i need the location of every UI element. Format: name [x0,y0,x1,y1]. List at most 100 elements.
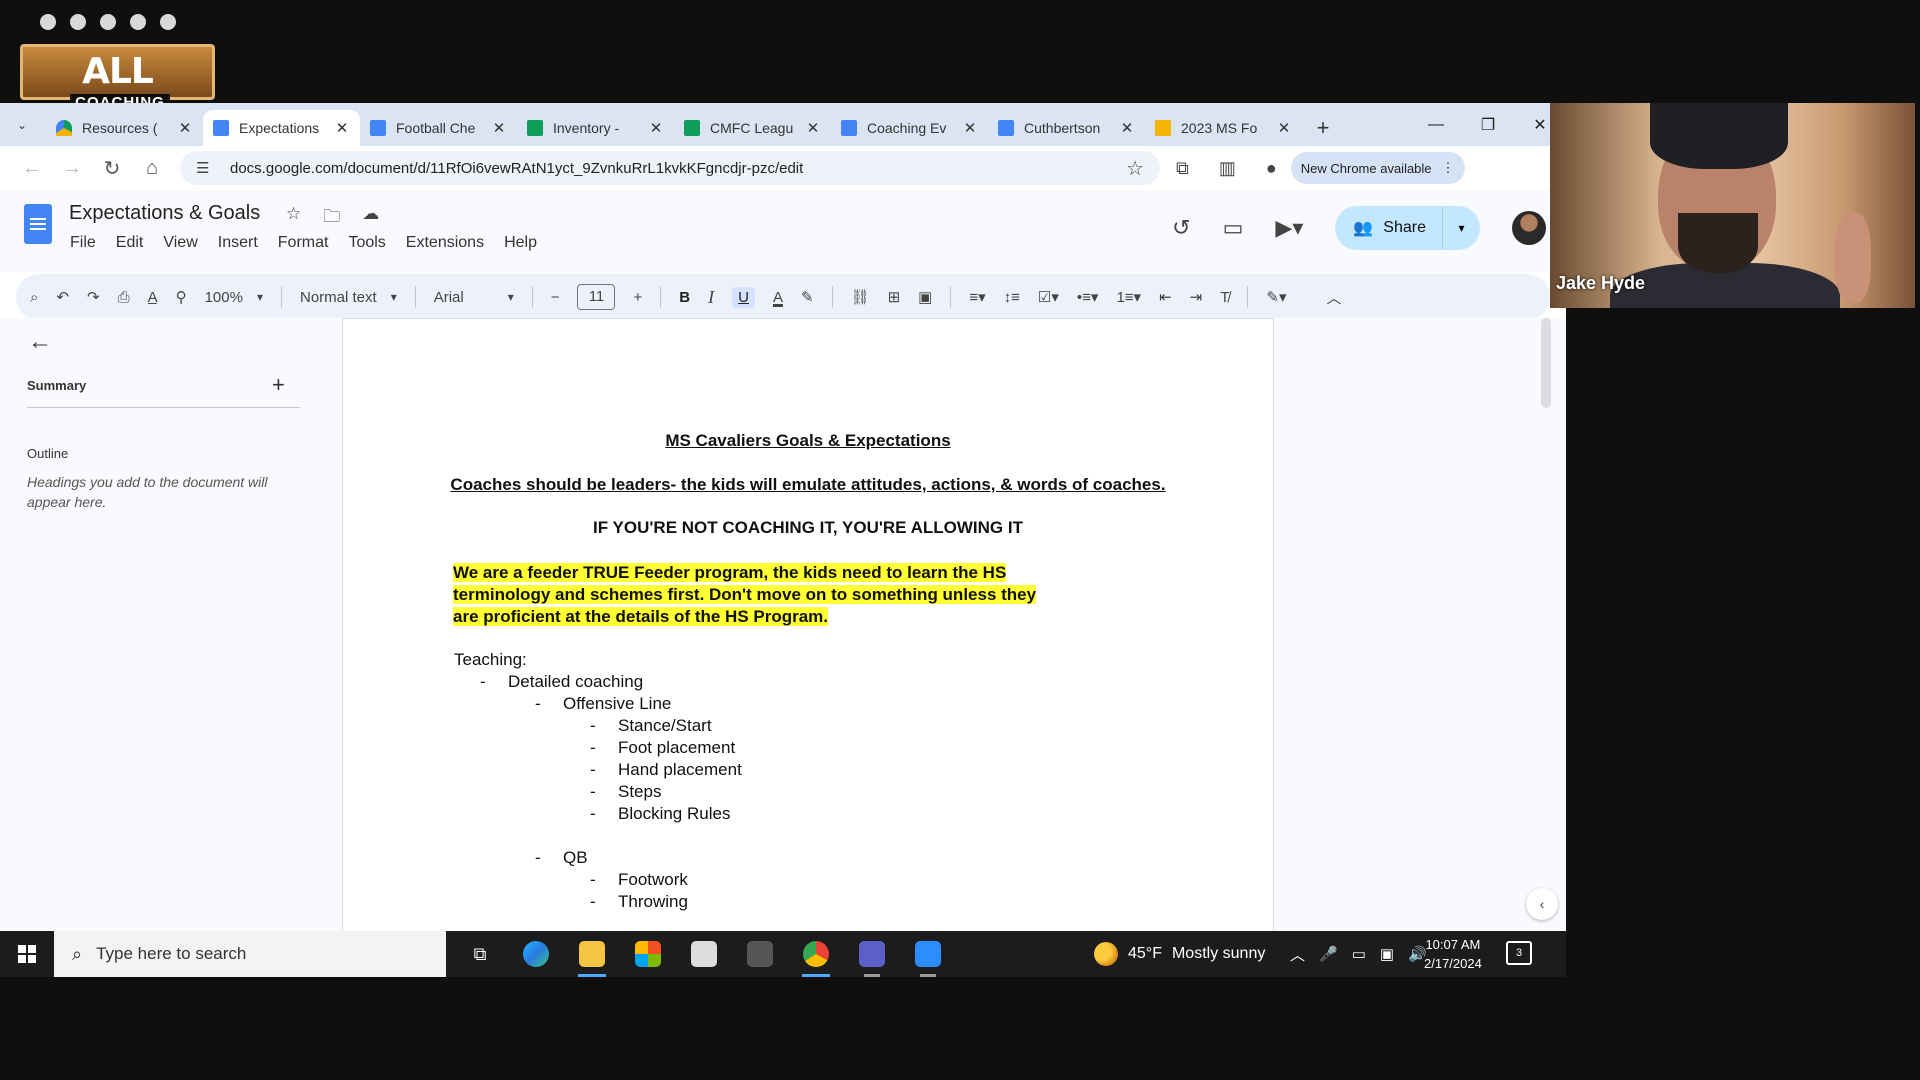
tab-search-dropdown-icon[interactable]: ⌄ [8,110,36,140]
browser-tab[interactable]: Inventory - ✕ [517,110,674,146]
version-history-icon[interactable]: ↺ [1172,215,1190,241]
chrome-menu-icon[interactable]: ⋮ [1442,160,1455,176]
document-line[interactable]: - Detailed coaching [454,671,742,693]
restore-icon[interactable]: ❐ [1462,103,1514,146]
document-line[interactable]: Teaching: [454,649,742,671]
browser-tab[interactable]: Resources (✕ [46,110,203,146]
bulleted-list-icon[interactable]: •≡▾ [1077,288,1099,306]
paint-format-icon[interactable]: ⚲ [176,288,187,306]
edge-icon[interactable] [508,931,564,977]
microphone-icon[interactable]: 🎤 [1319,945,1338,963]
menu-item-format[interactable]: Format [278,234,329,252]
zoom-icon[interactable] [900,931,956,977]
document-line[interactable]: - QB [454,847,742,869]
scrollbar[interactable] [1541,318,1551,408]
store-icon[interactable] [620,931,676,977]
close-outline-icon[interactable]: ← [28,328,52,356]
italic-icon[interactable]: I [708,287,714,308]
new-tab-button[interactable]: + [1308,110,1338,146]
document-line[interactable]: - Foot placement [454,737,742,759]
close-tab-icon[interactable]: ✕ [177,119,193,137]
close-tab-icon[interactable]: ✕ [1276,119,1292,137]
app-m-icon[interactable] [732,931,788,977]
align-icon[interactable]: ≡▾ [969,288,985,306]
profile-icon[interactable]: ● [1266,158,1277,179]
increase-font-icon[interactable]: + [633,289,642,306]
close-tab-icon[interactable]: ✕ [334,119,350,137]
document-heading[interactable]: MS Cavaliers Goals & Expectations [343,431,1273,451]
new-chrome-available-button[interactable]: New Chrome available ⋮ [1290,152,1465,184]
checklist-icon[interactable]: ☑▾ [1038,288,1059,306]
document-line[interactable]: - Stance/Start [454,715,742,737]
caps-paragraph[interactable]: IF YOU'RE NOT COACHING IT, YOU'RE ALLOWI… [343,518,1273,538]
browser-tab[interactable]: Cuthbertson ✕ [988,110,1145,146]
insert-link-icon[interactable]: ⛓ [851,288,870,306]
battery-icon[interactable]: ▭ [1352,945,1366,963]
cloud-status-icon[interactable]: ☁ [362,204,379,233]
lead-paragraph[interactable]: Coaches should be leaders- the kids will… [343,475,1273,495]
browser-tab[interactable]: Expectations ✕ [203,110,360,146]
home-icon[interactable]: ⌂ [132,157,172,180]
style-select[interactable]: Normal text [300,289,397,306]
menu-item-extensions[interactable]: Extensions [406,234,484,252]
menu-item-file[interactable]: File [70,234,96,252]
document-body[interactable]: Teaching: - Detailed coaching - Offensive Li… [454,649,742,913]
document-title[interactable]: Expectations & Goals [69,202,260,225]
highlighted-paragraph[interactable]: We are a feeder TRUE Feeder program, the… [453,562,1043,628]
chrome-icon[interactable] [788,931,844,977]
highlight-color-icon[interactable]: ✎ [801,288,814,306]
menu-item-insert[interactable]: Insert [218,234,258,252]
notifications-icon[interactable]: 3 [1506,941,1532,965]
menu-item-edit[interactable]: Edit [116,234,144,252]
decrease-indent-icon[interactable]: ⇤ [1159,288,1172,306]
print-icon[interactable]: ⎙ [118,289,130,306]
back-icon[interactable]: ← [12,157,52,180]
avatar[interactable] [1512,211,1546,245]
document-line[interactable]: - Footwork [454,869,742,891]
close-tab-icon[interactable]: ✕ [805,119,821,137]
bookmark-star-icon[interactable]: ☆ [1126,156,1144,181]
search-menus-icon[interactable]: ⌕ [30,289,38,306]
forward-icon[interactable]: → [52,157,92,180]
start-button[interactable] [0,931,54,977]
text-color-icon[interactable]: A [773,289,783,306]
redo-icon[interactable]: ↷ [87,288,100,306]
weather-widget[interactable]: 45°F Mostly sunny [1094,931,1265,977]
share-button[interactable]: 👥 Share ▾ [1335,206,1480,250]
file-explorer-icon[interactable] [564,931,620,977]
network-icon[interactable]: ▣ [1380,945,1394,963]
decrease-font-icon[interactable]: − [551,289,560,306]
minimize-icon[interactable]: — [1410,103,1462,146]
site-info-icon[interactable]: ☰ [196,159,216,177]
side-panel-toggle-icon[interactable]: ‹ [1526,888,1558,920]
browser-tab[interactable]: Football Che ✕ [360,110,517,146]
document-line[interactable]: - Steps [454,781,742,803]
move-folder-icon[interactable]: 🗀 [323,204,340,233]
task-view-icon[interactable]: ⧉ [452,931,508,977]
url-bar[interactable]: ☰ docs.google.com/document/d/11RfOi6vewR… [180,151,1160,185]
close-tab-icon[interactable]: ✕ [491,119,507,137]
undo-icon[interactable]: ↶ [56,288,69,306]
close-tab-icon[interactable]: ✕ [962,119,978,137]
insert-image-icon[interactable]: ▣ [918,288,932,306]
meet-icon[interactable]: ▶▾ [1275,215,1303,241]
clock[interactable]: 10:07 AM 2/17/2024 [1424,935,1482,973]
menu-item-help[interactable]: Help [504,234,537,252]
document-line[interactable]: - Blocking Rules [454,803,742,825]
taskbar-search-box[interactable]: ⌕ Type here to search [54,931,446,977]
extensions-icon[interactable]: ⧉ [1176,158,1189,179]
menu-item-view[interactable]: View [163,234,197,252]
browser-tab[interactable]: 2023 MS Fo ✕ [1145,110,1302,146]
browser-tab[interactable]: CMFC Leagu ✕ [674,110,831,146]
document-page[interactable]: MS Cavaliers Goals & Expectations Coache… [342,318,1274,931]
document-line[interactable]: - Hand placement [454,759,742,781]
spellcheck-icon[interactable]: A̲ [148,289,158,306]
document-line[interactable]: - Offensive Line [454,693,742,715]
comments-icon[interactable]: ▭ [1223,215,1244,241]
docs-logo-icon[interactable] [24,204,52,244]
mail-icon[interactable] [676,931,732,977]
underline-icon[interactable]: U [732,286,755,308]
document-line[interactable]: - Throwing [454,891,742,913]
close-tab-icon[interactable]: ✕ [648,119,664,137]
font-select[interactable]: Arial [434,289,514,306]
